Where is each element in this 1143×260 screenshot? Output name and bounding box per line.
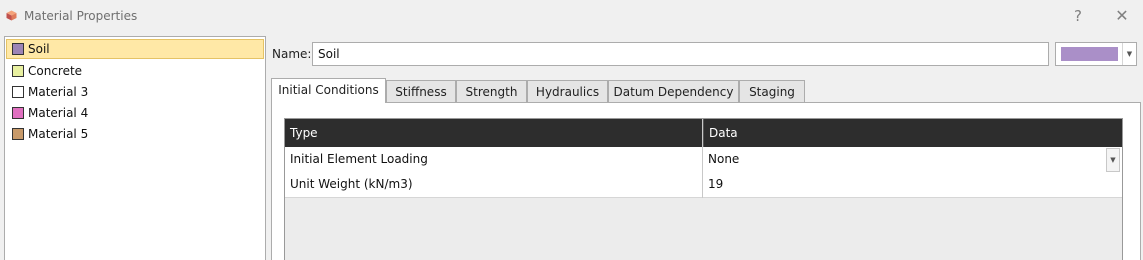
column-divider: [702, 119, 703, 198]
material-color-swatch: [12, 86, 24, 98]
chevron-down-icon[interactable]: ▼: [1106, 148, 1120, 172]
material-color-picker[interactable]: ▼: [1055, 42, 1137, 66]
name-input[interactable]: Soil: [312, 42, 1049, 66]
material-list[interactable]: Soil Concrete Material 3 Material 4 Mate…: [4, 36, 266, 260]
material-label: Material 4: [28, 106, 89, 120]
unit-weight-input[interactable]: 19: [703, 172, 1122, 198]
tab-datum-dependency[interactable]: Datum Dependency: [608, 80, 739, 103]
material-item-soil[interactable]: Soil: [6, 39, 264, 59]
material-color-swatch: [12, 107, 24, 119]
column-header-type: Type: [285, 119, 703, 147]
material-cube-icon: [6, 10, 17, 21]
window-title: Material Properties: [24, 9, 138, 23]
initial-element-loading-select[interactable]: None: [703, 147, 1122, 173]
selected-color-swatch: [1061, 47, 1118, 61]
property-grid: Type Data Initial Element Loading None ▼…: [284, 118, 1123, 260]
material-color-swatch: [12, 65, 24, 77]
material-color-swatch: [12, 128, 24, 140]
help-button[interactable]: ?: [1068, 5, 1088, 27]
column-header-data: Data: [703, 119, 1122, 147]
material-label: Soil: [28, 42, 50, 56]
material-item-material-3[interactable]: Material 3: [6, 82, 264, 102]
material-label: Concrete: [28, 64, 83, 78]
material-item-material-4[interactable]: Material 4: [6, 103, 264, 123]
tab-initial-conditions[interactable]: Initial Conditions: [271, 78, 386, 103]
tab-stiffness[interactable]: Stiffness: [386, 80, 456, 103]
title-bar: Material Properties ? ✕: [0, 0, 1143, 32]
table-row-type-cell: Initial Element Loading: [285, 147, 703, 173]
chevron-down-icon[interactable]: ▼: [1122, 43, 1136, 65]
table-row-type-cell: Unit Weight (kN/m3): [285, 172, 703, 198]
material-color-swatch: [12, 43, 24, 55]
material-label: Material 3: [28, 85, 89, 99]
tab-hydraulics[interactable]: Hydraulics: [527, 80, 608, 103]
material-item-material-5[interactable]: Material 5: [6, 124, 264, 144]
material-label: Material 5: [28, 127, 89, 141]
name-label: Name:: [272, 47, 312, 61]
material-item-concrete[interactable]: Concrete: [6, 61, 264, 81]
tab-staging[interactable]: Staging: [739, 80, 805, 103]
tab-strength[interactable]: Strength: [456, 80, 527, 103]
close-button[interactable]: ✕: [1110, 5, 1134, 27]
